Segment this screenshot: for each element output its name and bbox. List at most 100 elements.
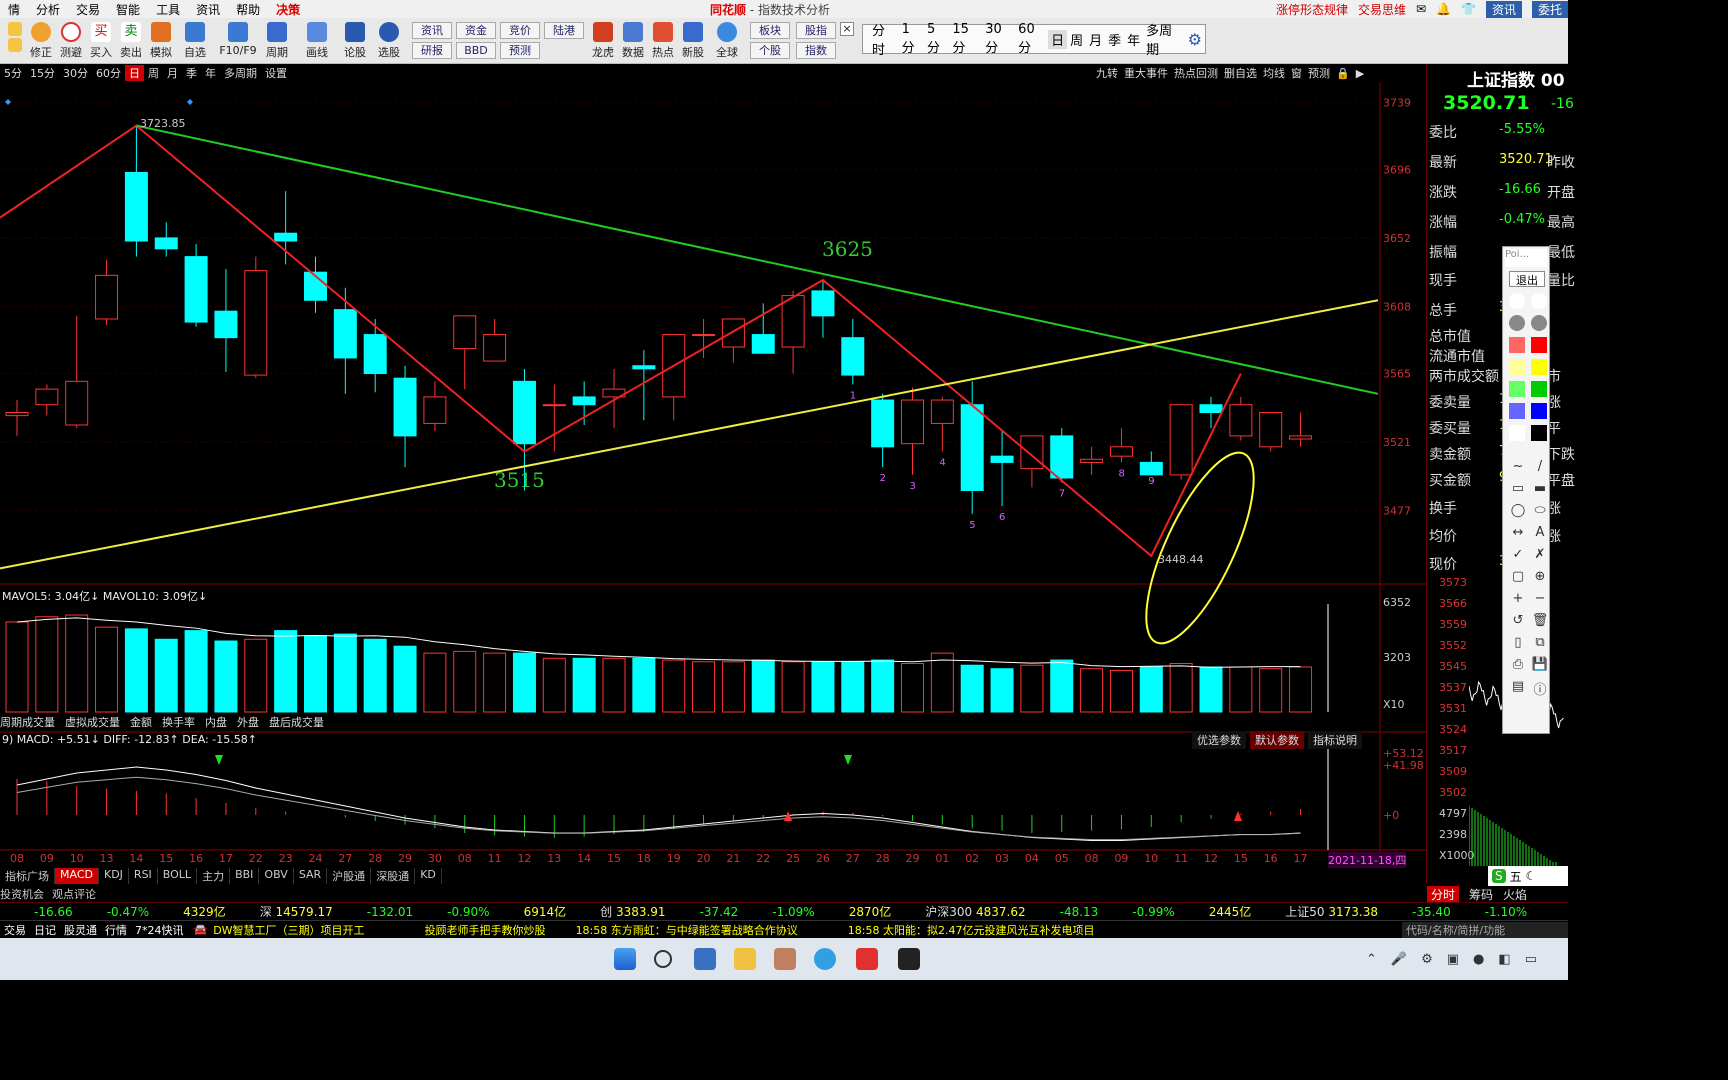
- tool-f10[interactable]: F10/F9: [218, 22, 258, 57]
- period-option-selected[interactable]: 日: [1048, 29, 1068, 49]
- btn-index[interactable]: 指数: [796, 42, 836, 59]
- period-option[interactable]: 年: [1124, 30, 1143, 49]
- palette-tool-icon[interactable]: ⬭: [1531, 503, 1549, 518]
- index-ticker-item[interactable]: -0.99%: [1098, 905, 1174, 919]
- tab-ma[interactable]: 均线: [1263, 65, 1285, 81]
- tab-60min[interactable]: 60分: [92, 65, 125, 81]
- palette-tool-icon[interactable]: ↔: [1509, 525, 1527, 540]
- windows-start-icon[interactable]: [614, 948, 636, 970]
- btn-sector[interactable]: 板块: [750, 22, 790, 39]
- palette-tool-icon[interactable]: ◯: [1509, 503, 1527, 518]
- palette-tool-icon[interactable]: −: [1531, 591, 1549, 606]
- palette-tool-icon[interactable]: 💾: [1531, 657, 1549, 672]
- period-option[interactable]: 30分: [982, 22, 1015, 56]
- menu-item[interactable]: 资讯: [188, 1, 228, 18]
- tab-week[interactable]: 周: [144, 65, 163, 81]
- tool-sell[interactable]: 卖卖出: [116, 22, 146, 60]
- index-ticker-item[interactable]: -35.40: [1378, 905, 1451, 919]
- palette-color[interactable]: [1509, 315, 1525, 331]
- folder-icon[interactable]: [734, 948, 756, 970]
- news-button[interactable]: 资讯: [1485, 0, 1522, 18]
- index-ticker-item[interactable]: 6914亿: [490, 903, 567, 920]
- tab-sar[interactable]: SAR: [294, 868, 328, 884]
- palette-color[interactable]: [1509, 425, 1525, 441]
- link-trade-thinking[interactable]: 交易思维: [1358, 1, 1406, 18]
- tab-events[interactable]: 重大事件: [1124, 65, 1168, 81]
- news-item[interactable]: 18:58 东方雨虹：与中绿能签署战略合作协议: [576, 922, 828, 938]
- tab-day[interactable]: 日: [125, 65, 144, 81]
- ime-bar[interactable]: S 五 ☾: [1488, 866, 1568, 886]
- tab-kd[interactable]: KD: [415, 868, 442, 884]
- chevron-up-icon[interactable]: ⌃: [1366, 952, 1377, 967]
- period-option[interactable]: 月: [1086, 30, 1105, 49]
- tab-virtual-vol[interactable]: 虚拟成交量: [65, 714, 120, 730]
- tonghuashun-icon[interactable]: [856, 948, 878, 970]
- tool-measure[interactable]: 测避: [56, 22, 86, 60]
- palette-tool-icon[interactable]: ✓: [1509, 547, 1527, 562]
- palette-tool-icon[interactable]: A: [1531, 525, 1549, 540]
- edge-icon[interactable]: [814, 948, 836, 970]
- tab-month[interactable]: 月: [163, 65, 182, 81]
- palette-tool-icon[interactable]: ▭: [1509, 481, 1527, 496]
- btn-news[interactable]: 资讯: [412, 22, 452, 39]
- tab-opportunity[interactable]: 投资机会: [0, 886, 44, 902]
- tab-sz-connect[interactable]: 深股通: [371, 868, 416, 884]
- network-icon[interactable]: ▭: [1525, 952, 1537, 967]
- menu-item[interactable]: 情: [0, 1, 28, 18]
- tab-main[interactable]: 主力: [197, 868, 231, 884]
- btn-funds[interactable]: 资金: [456, 22, 496, 39]
- period-option[interactable]: 分时: [869, 20, 899, 58]
- wechat-icon[interactable]: ●: [1473, 952, 1484, 967]
- palette-tool-icon[interactable]: ▢: [1509, 569, 1527, 584]
- index-ticker-item[interactable]: -0.47%: [73, 905, 149, 919]
- palette-color[interactable]: [1509, 293, 1525, 309]
- palette-color[interactable]: [1509, 337, 1525, 353]
- tab-5min[interactable]: 5分: [0, 65, 26, 81]
- index-ticker-item[interactable]: 4329亿: [149, 903, 226, 920]
- news-tab[interactable]: 7*24快讯: [131, 922, 188, 938]
- news-item[interactable]: 投顾老师手把手教你炒股: [395, 922, 576, 938]
- tab-30min[interactable]: 30分: [59, 65, 92, 81]
- menu-item-decision[interactable]: 决策: [268, 1, 308, 18]
- index-ticker-item[interactable]: 创 3383.91: [566, 903, 665, 920]
- arrow-down-icon[interactable]: [8, 38, 22, 52]
- tab-obv[interactable]: OBV: [259, 868, 294, 884]
- index-ticker-item[interactable]: 上证50 3173.38: [1251, 903, 1378, 920]
- palette-tool-icon[interactable]: ▯: [1509, 635, 1527, 650]
- palette-color[interactable]: [1531, 425, 1547, 441]
- tool-pick[interactable]: 选股: [374, 22, 404, 60]
- tool-period[interactable]: 周期: [262, 22, 292, 60]
- palette-color[interactable]: [1509, 359, 1525, 375]
- menu-item[interactable]: 分析: [28, 1, 68, 18]
- palette-tool-icon[interactable]: ~: [1509, 459, 1527, 474]
- tab-kdj[interactable]: KDJ: [99, 868, 129, 884]
- palette-tool-icon[interactable]: ✗: [1531, 547, 1549, 562]
- palette-tool-icon[interactable]: ⊕: [1531, 569, 1549, 584]
- btn-optimal-params[interactable]: 优选参数: [1192, 731, 1246, 749]
- tab-forecast[interactable]: 预测: [1308, 65, 1330, 81]
- tab-boll[interactable]: BOLL: [158, 868, 198, 884]
- tool-hot[interactable]: 热点: [648, 22, 678, 60]
- palette-tool-icon[interactable]: ⧉: [1531, 635, 1549, 650]
- palette-tool-icon[interactable]: 🗑: [1531, 613, 1549, 628]
- palette-tool-icon[interactable]: ▬: [1531, 481, 1549, 496]
- tool-buy[interactable]: 买买入: [86, 22, 116, 60]
- period-option[interactable]: 60分: [1015, 22, 1048, 56]
- palette-color[interactable]: [1531, 403, 1547, 419]
- palette-tool-icon[interactable]: ↺: [1509, 613, 1527, 628]
- palette-color[interactable]: [1509, 403, 1525, 419]
- period-option[interactable]: 15分: [949, 22, 982, 56]
- tab-bbi[interactable]: BBI: [230, 868, 260, 884]
- period-option[interactable]: 1分: [899, 22, 924, 56]
- bell-icon[interactable]: 🔔: [1436, 2, 1451, 16]
- palette-tool-icon[interactable]: /: [1531, 459, 1549, 474]
- tab-amount[interactable]: 金额: [130, 714, 152, 730]
- palette-color[interactable]: [1531, 293, 1547, 309]
- period-option[interactable]: 周: [1067, 30, 1086, 49]
- menu-item[interactable]: 工具: [148, 1, 188, 18]
- index-ticker-item[interactable]: 2445亿: [1175, 903, 1252, 920]
- palette-tool-icon[interactable]: +: [1509, 591, 1527, 606]
- tool-draw[interactable]: 画线: [302, 22, 332, 60]
- tool-data[interactable]: 数据: [618, 22, 648, 60]
- btn-bbd[interactable]: BBD: [456, 42, 496, 59]
